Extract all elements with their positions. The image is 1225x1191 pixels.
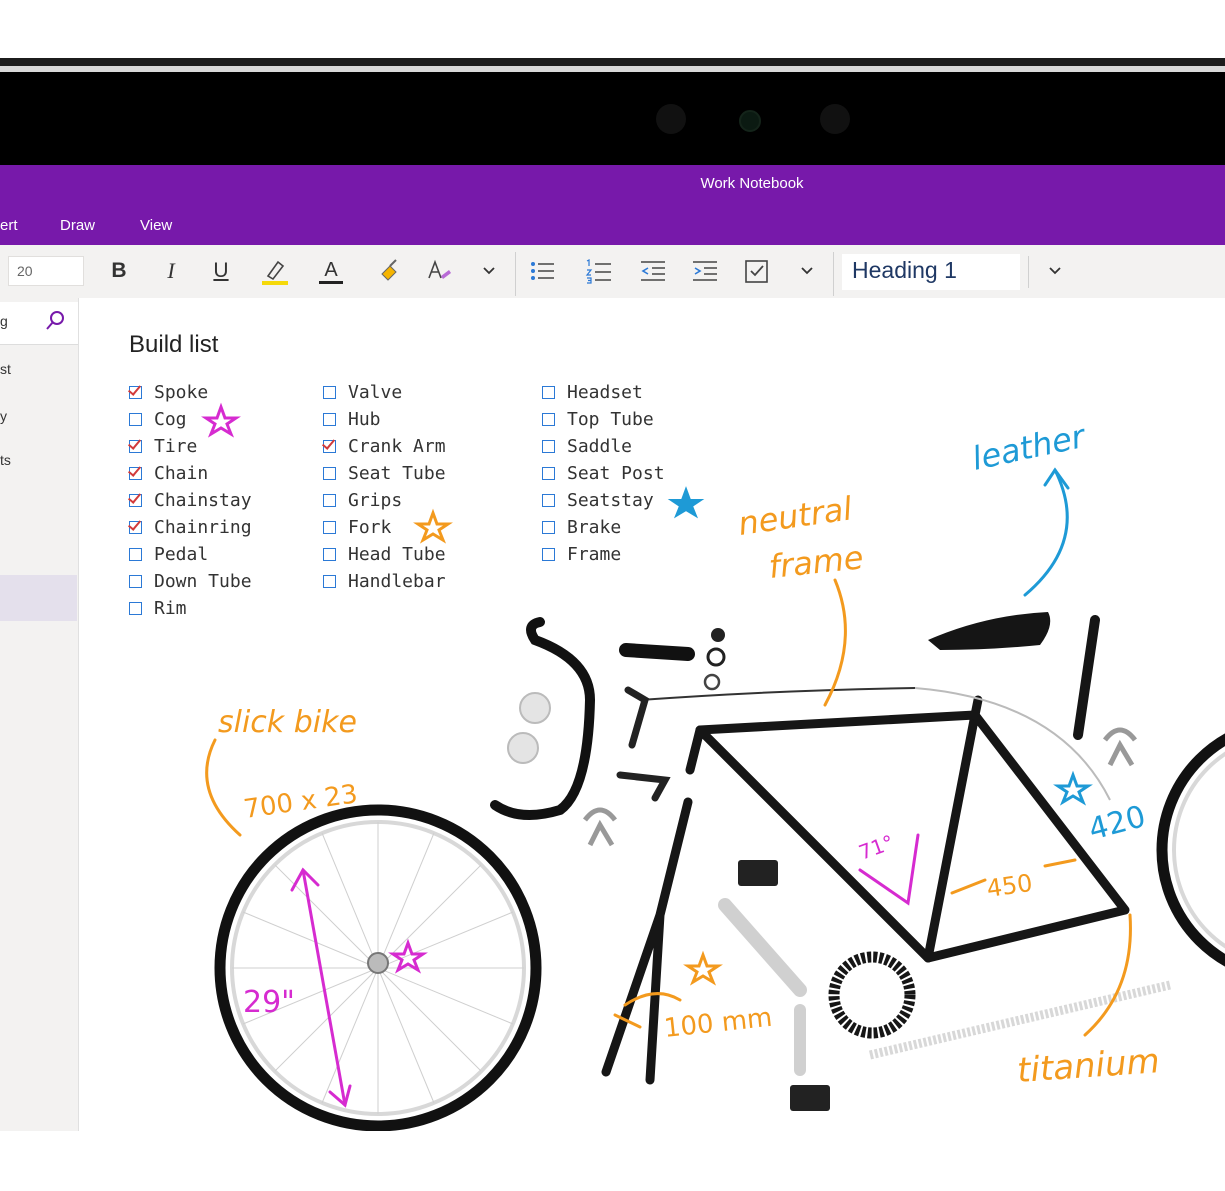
annotation-neutral: neutral: [736, 489, 855, 543]
bottom-margin: [0, 1131, 1225, 1191]
seat-post: [1073, 615, 1100, 740]
star-ink-icon: [413, 508, 453, 544]
annotation-450: 450: [985, 869, 1034, 903]
bike-parts-image[interactable]: slick bike 700 x 23 29" neutral frame le…: [0, 0, 1225, 1191]
headset-part: [706, 647, 726, 667]
brake-lever: [624, 686, 650, 749]
brake-lever: [616, 771, 671, 802]
annotation-titanium: titanium: [1016, 1041, 1161, 1091]
headset-part: [711, 628, 725, 642]
annotation-420: 420: [1085, 799, 1149, 848]
brake-caliper: [1103, 727, 1137, 767]
annotation-frame: frame: [767, 538, 865, 586]
star-ink-icon: [667, 486, 705, 519]
saddle: [928, 612, 1051, 650]
brake-caliper: [583, 807, 617, 847]
pedal: [790, 1085, 830, 1111]
star-ink-icon: [201, 402, 241, 438]
crank-arm: [718, 898, 807, 997]
annotation-slick-bike: slick bike: [218, 705, 357, 740]
annotation-leather: leather: [969, 417, 1090, 478]
annotation-angle: 71°: [856, 830, 898, 865]
chainring: [828, 951, 916, 1039]
grip-part: [519, 692, 551, 724]
annotation-wheel-size: 29": [243, 985, 295, 1020]
grip-part: [507, 732, 539, 764]
pedal: [738, 860, 778, 886]
brake-cable: [639, 687, 916, 701]
stem: [619, 643, 695, 661]
headset-part: [703, 673, 721, 691]
rear-wheel: [1156, 733, 1225, 967]
annotation-100mm: 100 mm: [663, 1003, 774, 1044]
front-wheel: [214, 804, 542, 1132]
